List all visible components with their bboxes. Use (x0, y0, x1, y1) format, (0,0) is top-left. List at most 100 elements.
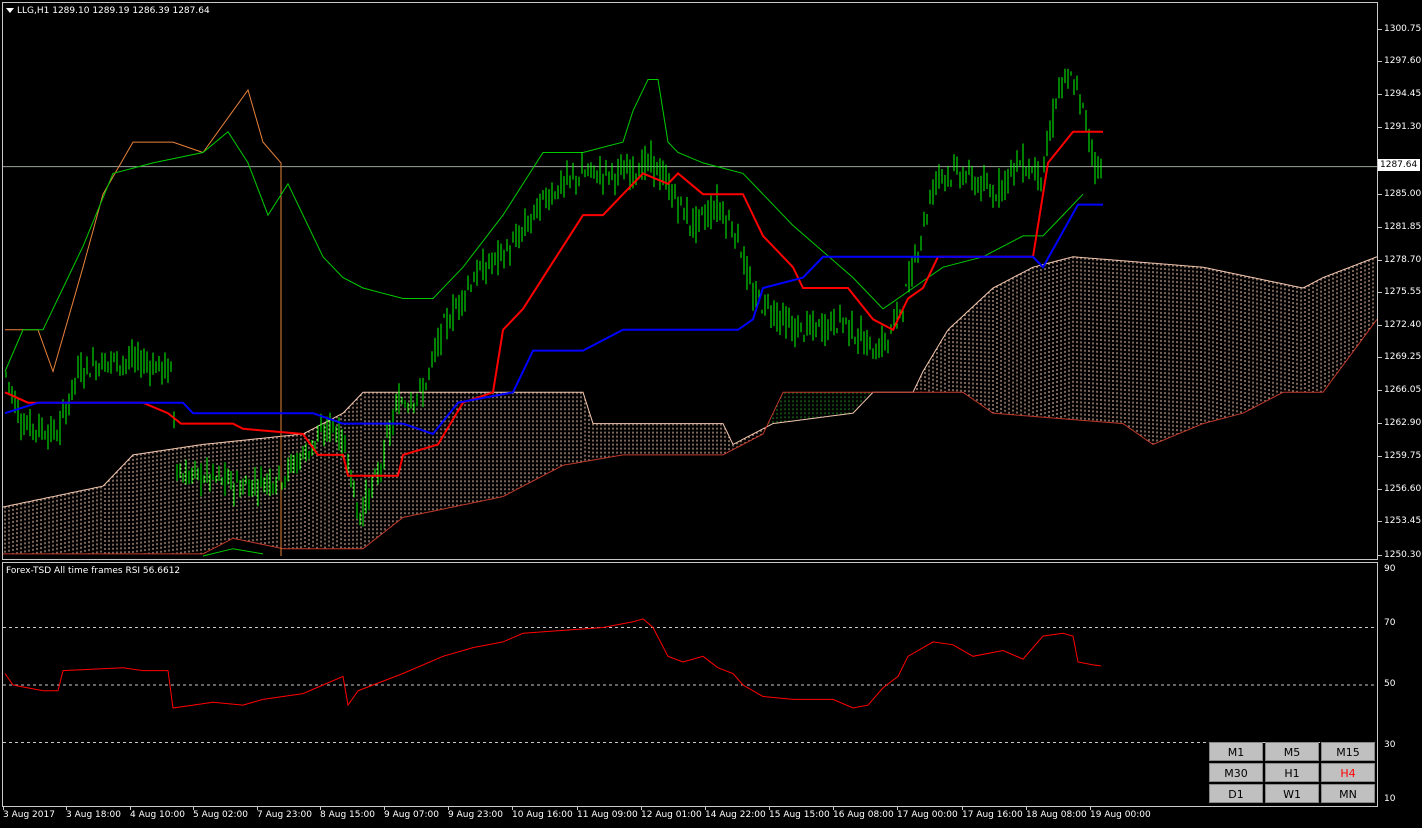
time-axis-tick (384, 807, 385, 810)
price-axis-label: 1256.60 (1384, 484, 1422, 494)
time-axis-tick (3, 807, 4, 810)
timeframe-button-d1[interactable]: D1 (1209, 784, 1263, 803)
chart-menu-triangle-icon (6, 8, 14, 13)
time-axis-label: 10 Aug 16:00 (512, 810, 573, 820)
time-axis-tick (705, 807, 706, 810)
time-axis-label: 17 Aug 00:00 (897, 810, 958, 820)
time-axis-label: 9 Aug 23:00 (448, 810, 503, 820)
timeframe-button-mn[interactable]: MN (1321, 784, 1375, 803)
time-axis-tick (512, 807, 513, 810)
price-axis-tick (1378, 94, 1382, 95)
timeframe-button-m1[interactable]: M1 (1209, 742, 1263, 761)
timeframe-button-m15[interactable]: M15 (1321, 742, 1375, 761)
rsi-indicator-panel[interactable]: Forex-TSD All time frames RSI 56.6612 (2, 562, 1378, 807)
price-axis-tick (1378, 555, 1382, 556)
price-axis-label: 1275.55 (1384, 287, 1422, 297)
time-axis-tick (641, 807, 642, 810)
time-axis-label: 18 Aug 08:00 (1026, 810, 1087, 820)
chikou-span-tail (202, 548, 264, 557)
time-axis-label: 3 Aug 18:00 (66, 810, 121, 820)
price-axis-label: 1281.85 (1384, 222, 1422, 232)
price-axis-tick (1378, 325, 1382, 326)
rsi-line (4, 618, 1102, 709)
time-axis-label: 4 Aug 10:00 (130, 810, 185, 820)
price-axis-label: 1300.75 (1384, 24, 1422, 34)
time-axis-tick (448, 807, 449, 810)
time-axis-label: 5 Aug 02:00 (193, 810, 248, 820)
price-axis-tick (1378, 521, 1382, 522)
time-axis-label: 15 Aug 15:00 (769, 810, 830, 820)
chart-ohlc: 1289.10 1289.19 1286.39 1287.64 (52, 6, 210, 16)
time-axis-label: 8 Aug 15:00 (320, 810, 375, 820)
time-axis-tick (257, 807, 258, 810)
chikou-span (4, 79, 1084, 372)
price-axis-label: 1250.30 (1384, 550, 1422, 560)
price-chart-canvas (3, 68, 1377, 557)
price-axis-label: 1272.40 (1384, 320, 1422, 330)
rsi-axis-label: 70 (1384, 618, 1396, 628)
rsi-axis-label: 30 (1384, 740, 1396, 750)
price-axis-label: 1278.70 (1384, 255, 1422, 265)
price-axis-label: 1259.75 (1384, 451, 1422, 461)
time-axis-label: 19 Aug 00:00 (1090, 810, 1151, 820)
price-axis-tick (1378, 423, 1382, 424)
price-axis-label: 1266.05 (1384, 385, 1422, 395)
price-axis-label: 1269.25 (1384, 352, 1422, 362)
price-axis-tick (1378, 194, 1382, 195)
price-axis-label: 1262.90 (1384, 418, 1422, 428)
timeframe-button-m30[interactable]: M30 (1209, 763, 1263, 782)
price-axis-tick (1378, 292, 1382, 293)
price-axis-tick (1378, 357, 1382, 358)
price-axis-tick (1378, 390, 1382, 391)
time-axis-tick (577, 807, 578, 810)
time-axis-tick (320, 807, 321, 810)
senkou-span-b (3, 319, 1377, 555)
time-axis-tick (833, 807, 834, 810)
time-axis-label: 11 Aug 09:00 (577, 810, 638, 820)
time-axis-label: 9 Aug 07:00 (384, 810, 439, 820)
rsi-axis-label: 10 (1384, 794, 1396, 804)
price-axis-tick (1378, 127, 1382, 128)
price-axis-label: 1253.45 (1384, 516, 1422, 526)
kijun-sen (4, 203, 1103, 436)
tenkan-sen (4, 130, 1103, 477)
time-axis-tick (1026, 807, 1027, 810)
indicator-title: Forex-TSD All time frames RSI 56.6612 (6, 566, 181, 576)
price-axis-tick (1378, 456, 1382, 457)
time-axis-tick (962, 807, 963, 810)
ichimoku-cloud (4, 256, 1374, 554)
time-axis-label: 7 Aug 23:00 (257, 810, 312, 820)
time-axis-label: 16 Aug 08:00 (833, 810, 894, 820)
time-axis-tick (897, 807, 898, 810)
price-axis[interactable]: 1300.75 1297.60 1294.45 1291.30 1285.00 1281.… (1378, 2, 1422, 560)
price-axis-label: 1285.00 (1384, 189, 1422, 199)
timeframe-selector: M1 M5 M15 M30 H1 H4 D1 W1 MN (1209, 742, 1375, 803)
time-axis-tick (1090, 807, 1091, 810)
price-axis-tick (1378, 61, 1382, 62)
timeframe-button-w1[interactable]: W1 (1265, 784, 1319, 803)
rsi-indicator-canvas (3, 618, 1377, 743)
current-price-label: 1287.64 (1378, 159, 1420, 171)
price-axis-tick (1378, 489, 1382, 490)
price-axis-label: 1291.30 (1384, 122, 1422, 132)
rsi-axis-label: 90 (1384, 564, 1396, 574)
price-chart-panel[interactable]: LLG,H1 1289.10 1289.19 1286.39 1287.64 (2, 2, 1378, 560)
time-axis-tick (193, 807, 194, 810)
timeframe-button-h4[interactable]: H4 (1321, 763, 1375, 782)
timeframe-button-m5[interactable]: M5 (1265, 742, 1319, 761)
chart-symbol: LLG,H1 (17, 6, 50, 16)
timeframe-button-h1[interactable]: H1 (1265, 763, 1319, 782)
time-axis-label: 3 Aug 2017 (3, 810, 55, 820)
time-axis-label: 17 Aug 16:00 (962, 810, 1023, 820)
chart-title: LLG,H1 1289.10 1289.19 1286.39 1287.64 (6, 6, 210, 16)
time-axis-label: 14 Aug 22:00 (705, 810, 766, 820)
time-axis-label: 12 Aug 01:00 (641, 810, 702, 820)
price-axis-tick (1378, 29, 1382, 30)
time-axis[interactable]: 3 Aug 2017 3 Aug 18:00 4 Aug 10:00 5 Aug 02… (0, 807, 1422, 828)
price-axis-tick (1378, 227, 1382, 228)
price-axis-tick (1378, 260, 1382, 261)
time-axis-tick (130, 807, 131, 810)
time-axis-tick (769, 807, 770, 810)
rsi-axis[interactable]: 90 70 50 30 10 (1378, 562, 1422, 807)
rsi-axis-label: 50 (1384, 679, 1396, 689)
